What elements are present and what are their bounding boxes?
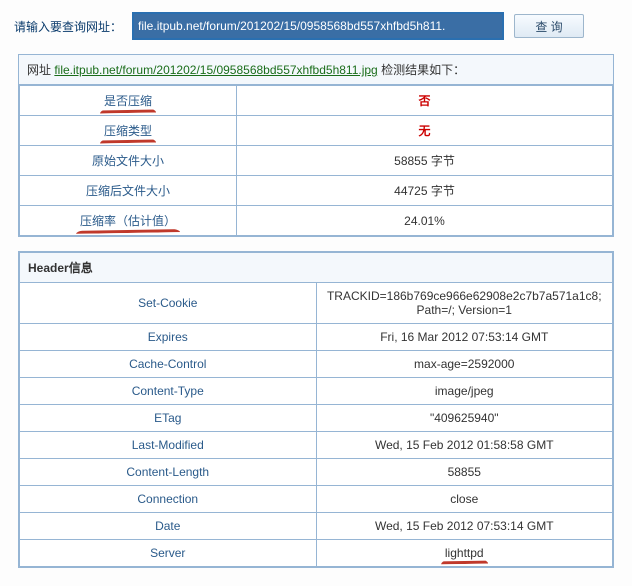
header-value: 58855	[316, 459, 613, 486]
result-value: 否	[237, 86, 613, 116]
result-value: 24.01%	[237, 206, 613, 236]
result-key: 压缩类型	[20, 116, 237, 146]
result-row: 压缩类型无	[20, 116, 613, 146]
result-value: 58855 字节	[237, 146, 613, 176]
result-key: 压缩率（估计值）	[20, 206, 237, 236]
header-row: Connectionclose	[20, 486, 613, 513]
header-row: Cache-Controlmax-age=2592000	[20, 351, 613, 378]
header-key: Expires	[20, 324, 317, 351]
result-table: 是否压缩否压缩类型无原始文件大小58855 字节压缩后文件大小44725 字节压…	[19, 85, 613, 236]
result-row: 压缩率（估计值）24.01%	[20, 206, 613, 236]
result-header-prefix: 网址	[27, 63, 54, 77]
url-input[interactable]	[132, 12, 504, 40]
header-row: Serverlighttpd	[20, 540, 613, 567]
result-header: 网址 file.itpub.net/forum/201202/15/095856…	[19, 55, 613, 85]
result-row: 压缩后文件大小44725 字节	[20, 176, 613, 206]
header-value: Wed, 15 Feb 2012 01:58:58 GMT	[316, 432, 613, 459]
result-key: 是否压缩	[20, 86, 237, 116]
header-row: DateWed, 15 Feb 2012 07:53:14 GMT	[20, 513, 613, 540]
query-button[interactable]: 查 询	[514, 14, 584, 38]
header-key: Cache-Control	[20, 351, 317, 378]
header-value: TRACKID=186b769ce966e62908e2c7b7a571a1c8…	[316, 283, 613, 324]
header-value: Fri, 16 Mar 2012 07:53:14 GMT	[316, 324, 613, 351]
header-value: lighttpd	[316, 540, 613, 567]
header-key: ETag	[20, 405, 317, 432]
search-label: 请输入要查询网址：	[14, 18, 122, 35]
header-table-title: Header信息	[20, 253, 613, 283]
header-key: Content-Type	[20, 378, 317, 405]
header-row: ETag"409625940"	[20, 405, 613, 432]
result-header-link[interactable]: file.itpub.net/forum/201202/15/0958568bd…	[54, 63, 377, 77]
result-row: 原始文件大小58855 字节	[20, 146, 613, 176]
header-row: Content-Length58855	[20, 459, 613, 486]
header-key: Last-Modified	[20, 432, 317, 459]
header-key: Server	[20, 540, 317, 567]
header-table: Header信息 Set-CookieTRACKID=186b769ce966e…	[19, 252, 613, 567]
header-row: Content-Typeimage/jpeg	[20, 378, 613, 405]
header-value: Wed, 15 Feb 2012 07:53:14 GMT	[316, 513, 613, 540]
search-bar: 请输入要查询网址： 查 询	[8, 8, 624, 50]
header-value: max-age=2592000	[316, 351, 613, 378]
result-row: 是否压缩否	[20, 86, 613, 116]
header-key: Connection	[20, 486, 317, 513]
header-key: Set-Cookie	[20, 283, 317, 324]
header-row: Last-ModifiedWed, 15 Feb 2012 01:58:58 G…	[20, 432, 613, 459]
header-key: Date	[20, 513, 317, 540]
result-panel: 网址 file.itpub.net/forum/201202/15/095856…	[18, 54, 614, 237]
header-value: "409625940"	[316, 405, 613, 432]
result-key: 原始文件大小	[20, 146, 237, 176]
result-value: 44725 字节	[237, 176, 613, 206]
header-row: Set-CookieTRACKID=186b769ce966e62908e2c7…	[20, 283, 613, 324]
header-info-panel: Header信息 Set-CookieTRACKID=186b769ce966e…	[18, 251, 614, 568]
result-key: 压缩后文件大小	[20, 176, 237, 206]
result-header-suffix: 检测结果如下：	[381, 63, 465, 77]
result-value: 无	[237, 116, 613, 146]
header-value: close	[316, 486, 613, 513]
header-key: Content-Length	[20, 459, 317, 486]
header-row: ExpiresFri, 16 Mar 2012 07:53:14 GMT	[20, 324, 613, 351]
header-value: image/jpeg	[316, 378, 613, 405]
